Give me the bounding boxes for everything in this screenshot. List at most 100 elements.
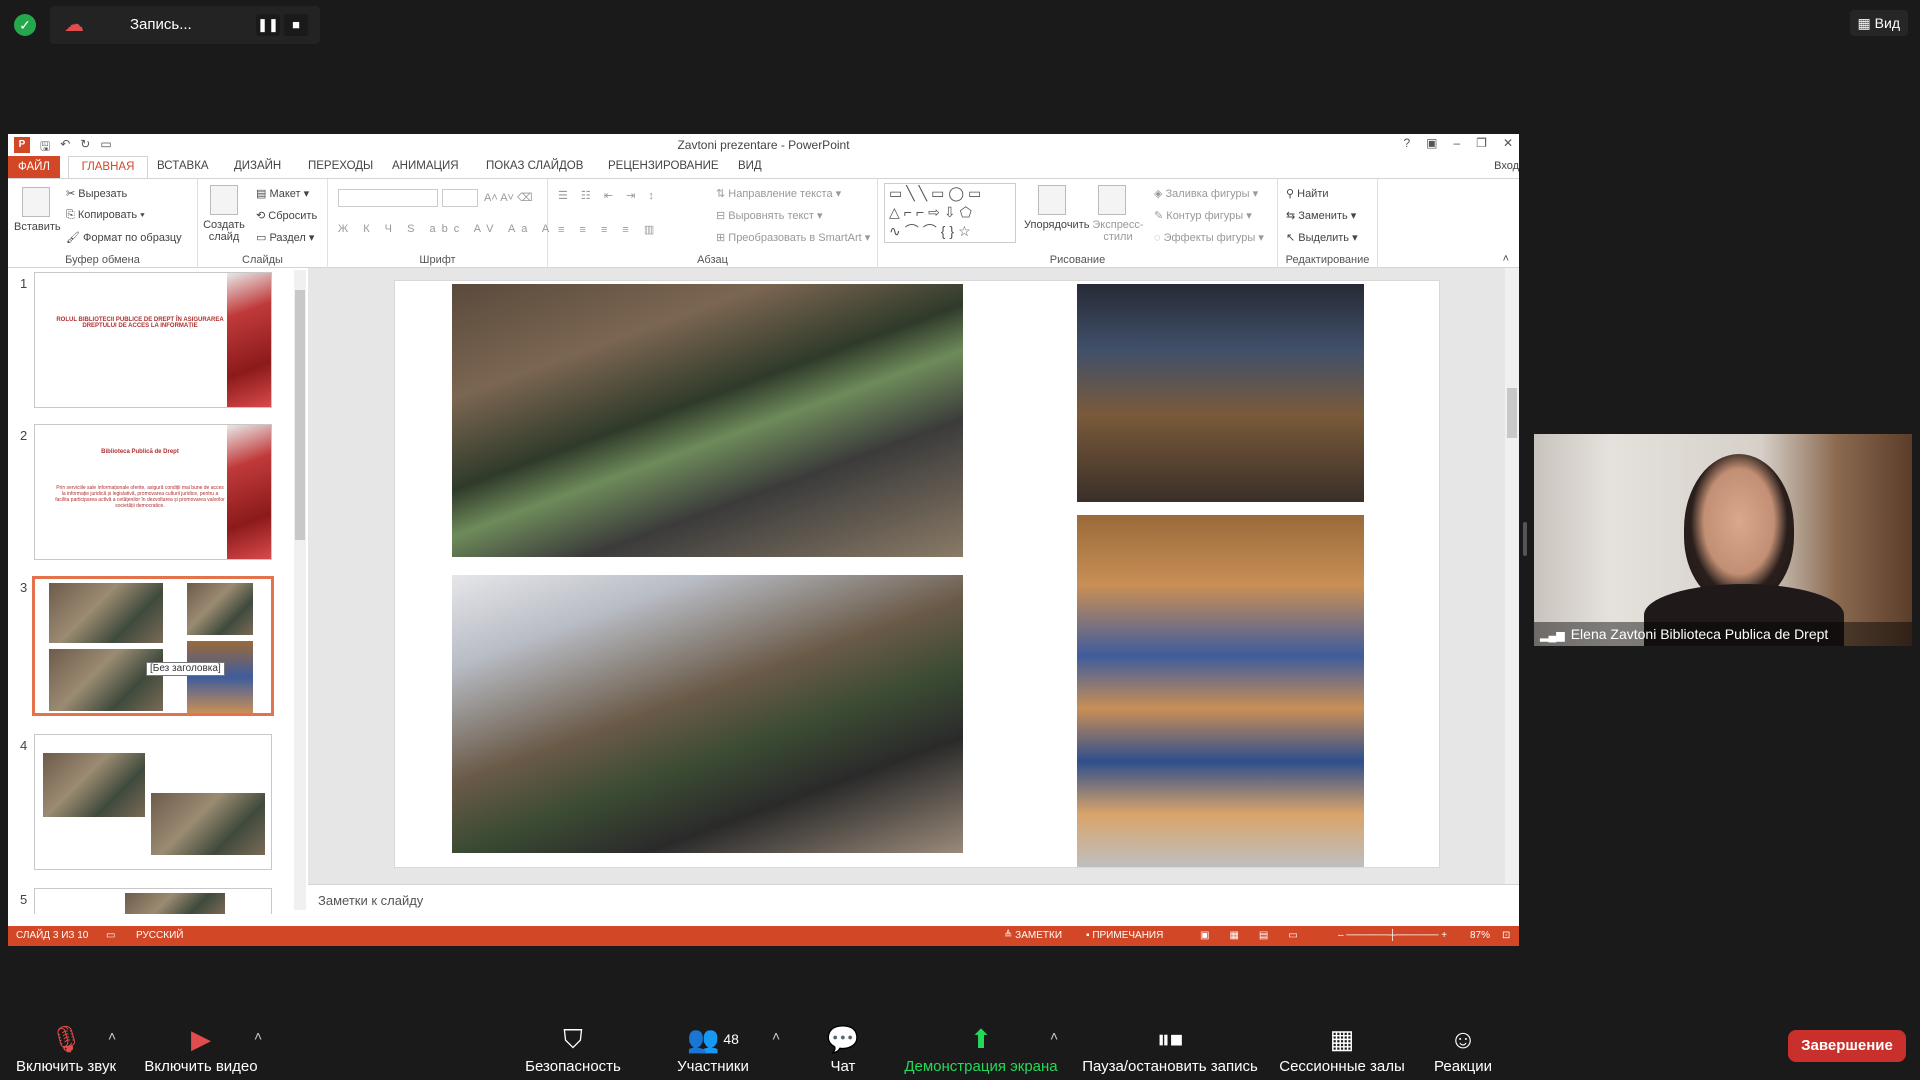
slide-thumbnail-1[interactable]: ROLUL BIBLIOTECII PUBLICE DE DREPT ÎN AS… [34, 272, 272, 408]
collapse-ribbon-icon[interactable]: ˄ [1503, 253, 1509, 265]
new-slide-button[interactable]: Создать слайд [202, 219, 246, 243]
slide-thumbnail-4[interactable] [34, 734, 272, 870]
font-family-select[interactable] [338, 189, 438, 207]
thumb-photo [43, 753, 145, 817]
spellcheck-icon[interactable]: ▭ [106, 926, 115, 946]
ribbon-display-icon[interactable]: ▣ [1426, 136, 1437, 150]
select-button[interactable]: ↖ Выделить ▾ [1286, 231, 1358, 244]
paste-icon[interactable] [22, 187, 50, 217]
smartart-button[interactable]: ⊞ Преобразовать в SmartArt ▾ [716, 231, 870, 244]
cut-button[interactable]: ✂ Вырезать [66, 187, 127, 200]
unmute-button[interactable]: 🎙 Включить звук [8, 1010, 124, 1080]
notes-pane[interactable]: Заметки к слайду [308, 884, 1519, 914]
tab-transitions[interactable]: ПЕРЕХОДЫ [308, 160, 373, 172]
font-format-buttons[interactable]: Ж К Ч S abc AV Aa A [338, 223, 555, 235]
thumb-title: Biblioteca Publică de Drept [101, 449, 179, 455]
slide-thumbnail-3[interactable] [32, 576, 274, 716]
tab-slideshow[interactable]: ПОКАЗ СЛАЙДОВ [486, 160, 583, 172]
new-slide-icon[interactable] [210, 185, 238, 215]
scrollbar-thumb[interactable] [1507, 388, 1517, 438]
panel-resize-handle[interactable] [1523, 522, 1527, 556]
tab-animations[interactable]: АНИМАЦИЯ [392, 160, 459, 172]
share-screen-button[interactable]: ⬆ Демонстрация экрана [898, 1010, 1064, 1080]
paste-button[interactable]: Вставить [14, 221, 61, 233]
arrange-icon[interactable] [1038, 185, 1066, 215]
shape-outline-button[interactable]: ✎ Контур фигуры ▾ [1154, 209, 1252, 222]
stop-recording-button[interactable]: ■ [284, 14, 308, 36]
restore-icon[interactable]: ❐ [1476, 136, 1487, 150]
shape-effects-button[interactable]: ◌ Эффекты фигуры ▾ [1154, 231, 1264, 244]
end-meeting-button[interactable]: Завершение [1788, 1030, 1906, 1062]
notes-toggle[interactable]: ≜ ЗАМЕТКИ [1004, 926, 1062, 946]
help-icon[interactable]: ? [1403, 136, 1410, 150]
arrange-button[interactable]: Упорядочить [1024, 219, 1089, 231]
slide-photo-meeting-1[interactable] [452, 284, 963, 557]
current-slide[interactable] [394, 280, 1440, 868]
slide-thumbnail-2[interactable]: Biblioteca Publică de Drept Prin servici… [34, 424, 272, 560]
security-shield-icon[interactable]: ✓ [14, 14, 36, 36]
alignment-buttons[interactable]: ≡ ≡ ≡ ≡ ▥ [558, 223, 660, 236]
section-button[interactable]: ▭ Раздел ▾ [256, 231, 314, 244]
video-options-caret-icon[interactable]: ˄ [254, 1028, 262, 1044]
shapes-gallery[interactable]: ▭╲╲▭◯▭ △⌐⌐⇨⇩⬠ ∿⌒⌒{}☆ [884, 183, 1016, 243]
fit-to-window-icon[interactable]: ⊡ [1502, 926, 1510, 946]
effects-icon: ◌ [1154, 232, 1164, 244]
pause-stop-icon: ⏸⏹ [1156, 1024, 1183, 1054]
find-button[interactable]: ⚲ Найти [1286, 187, 1329, 200]
quick-styles-button[interactable]: Экспресс-стили [1092, 219, 1144, 243]
red-decoration [227, 425, 271, 559]
layout-button[interactable]: ▤ Макет ▾ [256, 187, 309, 200]
tab-view[interactable]: ВИД [738, 160, 762, 172]
drawing-group-label: Рисование [1049, 254, 1106, 266]
view-mode-buttons[interactable]: ▣▦▤▭ [1200, 926, 1318, 946]
tab-design[interactable]: ДИЗАЙН [234, 160, 281, 172]
security-button[interactable]: ⛉ Безопасность [520, 1010, 626, 1080]
view-button[interactable]: ▦ Вид [1849, 10, 1908, 36]
slide-photo-bookshelf[interactable] [1077, 515, 1364, 867]
share-options-caret-icon[interactable]: ˄ [1050, 1028, 1058, 1044]
list-indent-buttons[interactable]: ☰ ☷ ⇤ ⇥ ↕ [558, 189, 659, 202]
comments-toggle[interactable]: ▪ ПРИМЕЧАНИЯ [1086, 926, 1163, 946]
slide-thumbnail-5[interactable] [34, 888, 272, 914]
scrollbar-thumb[interactable] [295, 290, 305, 540]
signin-link[interactable]: Вход [1494, 160, 1519, 172]
reset-button[interactable]: ⟲ Сбросить [256, 209, 317, 222]
thumbnail-scrollbar[interactable] [294, 270, 306, 910]
quick-styles-icon[interactable] [1098, 185, 1126, 215]
tab-file[interactable]: ФАЙЛ [8, 156, 60, 178]
zoom-level[interactable]: 87% [1470, 926, 1490, 946]
zoom-slider[interactable]: – ──────┼────── + [1338, 926, 1447, 946]
participant-video[interactable]: ▂▄▆ Elena Zavtoni Biblioteca Publica de D… [1534, 434, 1912, 646]
chat-button[interactable]: 💬 Чат [818, 1010, 868, 1080]
start-video-button[interactable]: ▶ Включить видео [138, 1010, 264, 1080]
align-text-button[interactable]: ⊟ Выровнять текст ▾ [716, 209, 823, 222]
tab-review[interactable]: РЕЦЕНЗИРОВАНИЕ [608, 160, 719, 172]
close-icon[interactable]: ✕ [1503, 136, 1513, 150]
pause-stop-recording-button[interactable]: ⏸⏹ Пауза/остановить запись [1080, 1010, 1260, 1080]
red-decoration [227, 273, 271, 407]
slide-scrollbar[interactable] [1505, 268, 1519, 884]
editing-group-label: Редактирование [1285, 254, 1370, 266]
participants-button[interactable]: 👥 48 Участники [668, 1010, 758, 1080]
binoculars-icon: ⚲ [1286, 188, 1298, 200]
breakout-rooms-button[interactable]: ▦ Сессионные залы [1278, 1010, 1406, 1080]
font-size-select[interactable] [442, 189, 478, 207]
minimize-icon[interactable]: – [1453, 136, 1460, 150]
grow-shrink-font-icon[interactable]: A˄ A˅ ⌫ [484, 191, 533, 204]
tab-home[interactable]: ГЛАВНАЯ [68, 156, 148, 178]
shape-fill-button[interactable]: ◈ Заливка фигуры ▾ [1154, 187, 1258, 200]
language-indicator[interactable]: РУССКИЙ [136, 926, 183, 946]
reactions-button[interactable]: ☺ Реакции [1430, 1010, 1496, 1080]
replace-button[interactable]: ⇆ Заменить ▾ [1286, 209, 1356, 222]
copy-button[interactable]: ⎘ Копировать ▾ [66, 209, 145, 222]
text-direction-button[interactable]: ⇅ Направление текста ▾ [716, 187, 841, 200]
pause-recording-button[interactable]: ❚❚ [256, 14, 280, 36]
slide-photo-meeting-2[interactable] [452, 575, 963, 853]
participants-caret-icon[interactable]: ˄ [772, 1028, 780, 1044]
slide-photo-audience[interactable] [1077, 284, 1364, 502]
video-off-icon: ▶ [191, 1024, 211, 1054]
breakout-grid-icon: ▦ [1329, 1024, 1355, 1054]
audio-options-caret-icon[interactable]: ˄ [108, 1028, 116, 1044]
format-painter-button[interactable]: 🖌 Формат по образцу [66, 231, 182, 244]
tab-insert[interactable]: ВСТАВКА [157, 160, 209, 172]
